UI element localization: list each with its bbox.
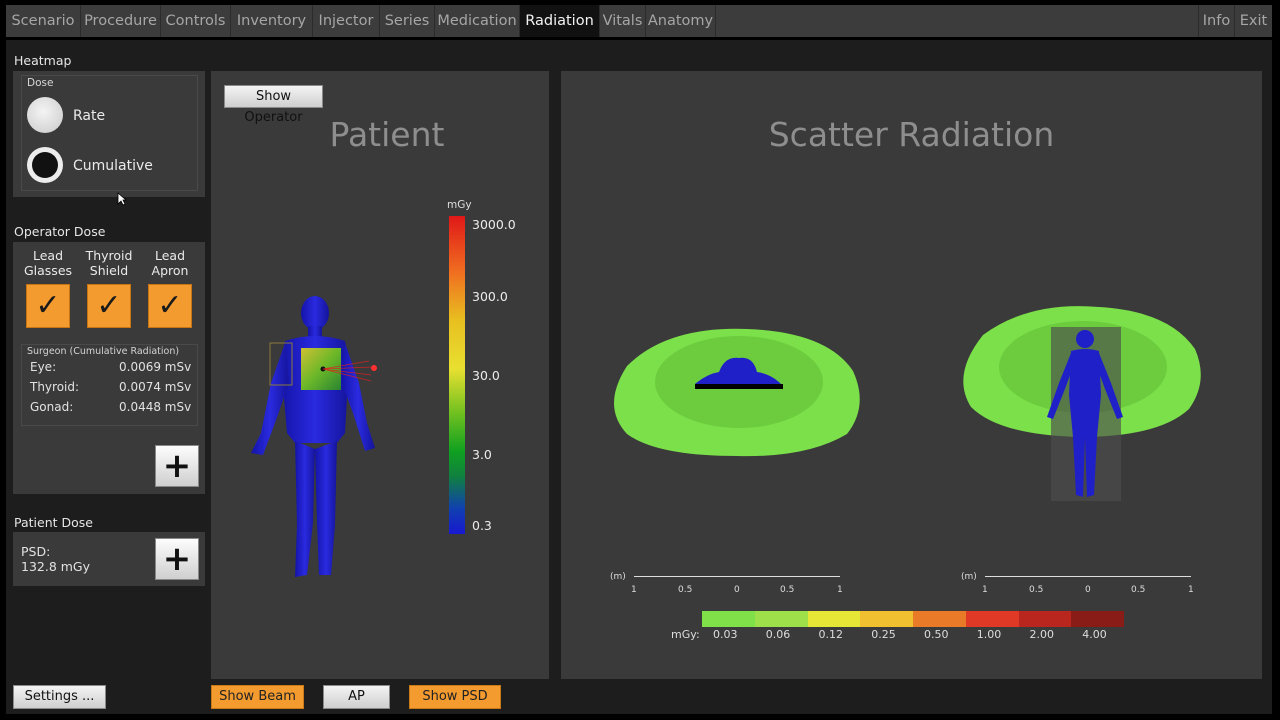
scale-bar-left [634, 576, 840, 577]
legend-value: 0.03 [713, 628, 738, 641]
scale-unit-left: (m) [610, 572, 626, 582]
gonad-value: 0.0448 mSv [119, 400, 192, 414]
legend-swatch [913, 611, 966, 627]
legend-value: 2.00 [1029, 628, 1055, 641]
legend-value: 0.12 [818, 628, 844, 641]
legend-value: 4.00 [1082, 628, 1107, 641]
scale-tick: 1 [631, 585, 637, 595]
colorbar-tick: 3.0 [472, 447, 492, 462]
patient-title: Patient [329, 115, 445, 154]
scale-bar-right [985, 576, 1191, 577]
checkmark-icon: ✓ [96, 288, 122, 323]
tab-procedure[interactable]: Procedure [81, 5, 161, 37]
legend-value: 0.50 [924, 628, 949, 641]
show-operator-button[interactable]: Show Operator [224, 85, 323, 125]
scale-tick: 0 [734, 585, 740, 595]
scatter-top-view [614, 328, 860, 457]
scale-unit-right: (m) [961, 572, 977, 582]
scale-tick: 0.5 [678, 585, 693, 595]
colorbar-tick: 300.0 [472, 289, 508, 304]
legend-swatch [1071, 611, 1124, 627]
surgeon-title: Surgeon (Cumulative Radiation) [27, 346, 180, 357]
tab-injector[interactable]: Injector [313, 5, 380, 37]
scale-tick: 0 [1085, 585, 1091, 595]
scale-tick: 0.5 [1131, 585, 1146, 595]
expand-operator-dose-button[interactable]: + [155, 445, 199, 487]
expand-patient-dose-button[interactable]: + [155, 538, 199, 580]
lead-glasses-label: Lead Glasses [23, 248, 73, 278]
plus-icon: + [162, 446, 192, 486]
rate-label: Rate [73, 108, 106, 124]
thyroid-value: 0.0074 mSv [119, 380, 192, 394]
exit-button[interactable]: Exit [1235, 5, 1272, 37]
rate-radio[interactable] [27, 97, 63, 133]
colorbar-tick: 30.0 [472, 368, 500, 383]
legend-swatch [702, 611, 755, 627]
thyroid-shield-checkbox[interactable]: ✓ [87, 284, 131, 328]
legend-value: 0.25 [871, 628, 896, 641]
tab-vitals[interactable]: Vitals [600, 5, 646, 37]
tab-series[interactable]: Series [380, 5, 435, 37]
dose-label: Dose [27, 77, 54, 89]
scale-tick: 1 [1188, 585, 1194, 595]
tab-anatomy[interactable]: Anatomy [646, 5, 716, 37]
legend-value: 0.06 [765, 628, 791, 641]
heatmap-box: Dose Rate Cumulative [13, 71, 205, 197]
patient-viewport: Show Operator Patient mGy 3000.0 300.0 3… [211, 71, 549, 679]
top-nav-bar: Scenario Procedure Controls Inventory In… [6, 5, 1272, 37]
scale-tick: 0.5 [780, 585, 795, 595]
lead-apron-checkbox[interactable]: ✓ [148, 284, 192, 328]
eye-value: 0.0069 mSv [119, 360, 192, 374]
patient-dose-box: PSD: 132.8 mGy + [13, 532, 205, 586]
lead-glasses-checkbox[interactable]: ✓ [26, 284, 70, 328]
dose-colorbar [449, 216, 465, 534]
legend-swatch [965, 611, 1019, 627]
plus-icon: + [162, 539, 192, 579]
eye-label: Eye: [30, 360, 57, 374]
cumulative-label: Cumulative [73, 158, 153, 174]
psd-value: 132.8 mGy [21, 559, 91, 574]
legend-value: 1.00 [976, 628, 1002, 641]
operator-dose-title: Operator Dose [14, 224, 106, 239]
gonad-label: Gonad: [30, 400, 74, 414]
checkmark-icon: ✓ [35, 288, 61, 323]
colorbar-unit: mGy [447, 199, 472, 211]
operator-dose-box: Lead Glasses Thyroid Shield Lead Apron ✓ ✓ … [13, 242, 205, 494]
patient-dose-title: Patient Dose [14, 515, 93, 530]
psd-label: PSD: [21, 544, 51, 559]
show-beam-button[interactable]: Show Beam [211, 685, 304, 709]
legend-colors [702, 611, 1124, 627]
tab-scenario[interactable]: Scenario [6, 5, 81, 37]
tab-medication[interactable]: Medication [435, 5, 520, 37]
scale-tick: 1 [982, 585, 988, 595]
info-button[interactable]: Info [1198, 5, 1235, 37]
show-psd-button[interactable]: Show PSD [409, 685, 501, 709]
legend-swatch [1018, 611, 1072, 627]
lead-apron-label: Lead Apron [151, 248, 189, 278]
scatter-viewport: Scatter Radiation (m) 1 0.5 0 0.5 1 (m) … [561, 71, 1262, 679]
legend-swatch [860, 611, 913, 627]
patient-body-figure [251, 296, 377, 577]
checkmark-icon: ✓ [157, 288, 183, 323]
scale-tick: 0.5 [1029, 585, 1044, 595]
colorbar-tick: 3000.0 [472, 217, 516, 232]
scatter-title: Scatter Radiation [768, 115, 1055, 154]
cumulative-radio[interactable] [27, 147, 63, 183]
colorbar-tick: 0.3 [472, 518, 492, 533]
ap-button[interactable]: AP [323, 685, 390, 709]
scatter-front-view [963, 306, 1201, 501]
thyroid-label: Thyroid: [30, 380, 80, 394]
legend-swatch [754, 611, 808, 627]
tab-controls[interactable]: Controls [161, 5, 231, 37]
legend-unit: mGy: [671, 628, 700, 641]
tab-inventory[interactable]: Inventory [231, 5, 313, 37]
tab-radiation[interactable]: Radiation [520, 5, 600, 37]
mouse-cursor-icon [117, 192, 127, 206]
heatmap-title: Heatmap [14, 53, 72, 68]
thyroid-shield-label: Thyroid Shield [85, 248, 133, 278]
settings-button[interactable]: Settings ... [13, 685, 106, 709]
legend-swatch [807, 611, 861, 627]
scale-tick: 1 [837, 585, 843, 595]
